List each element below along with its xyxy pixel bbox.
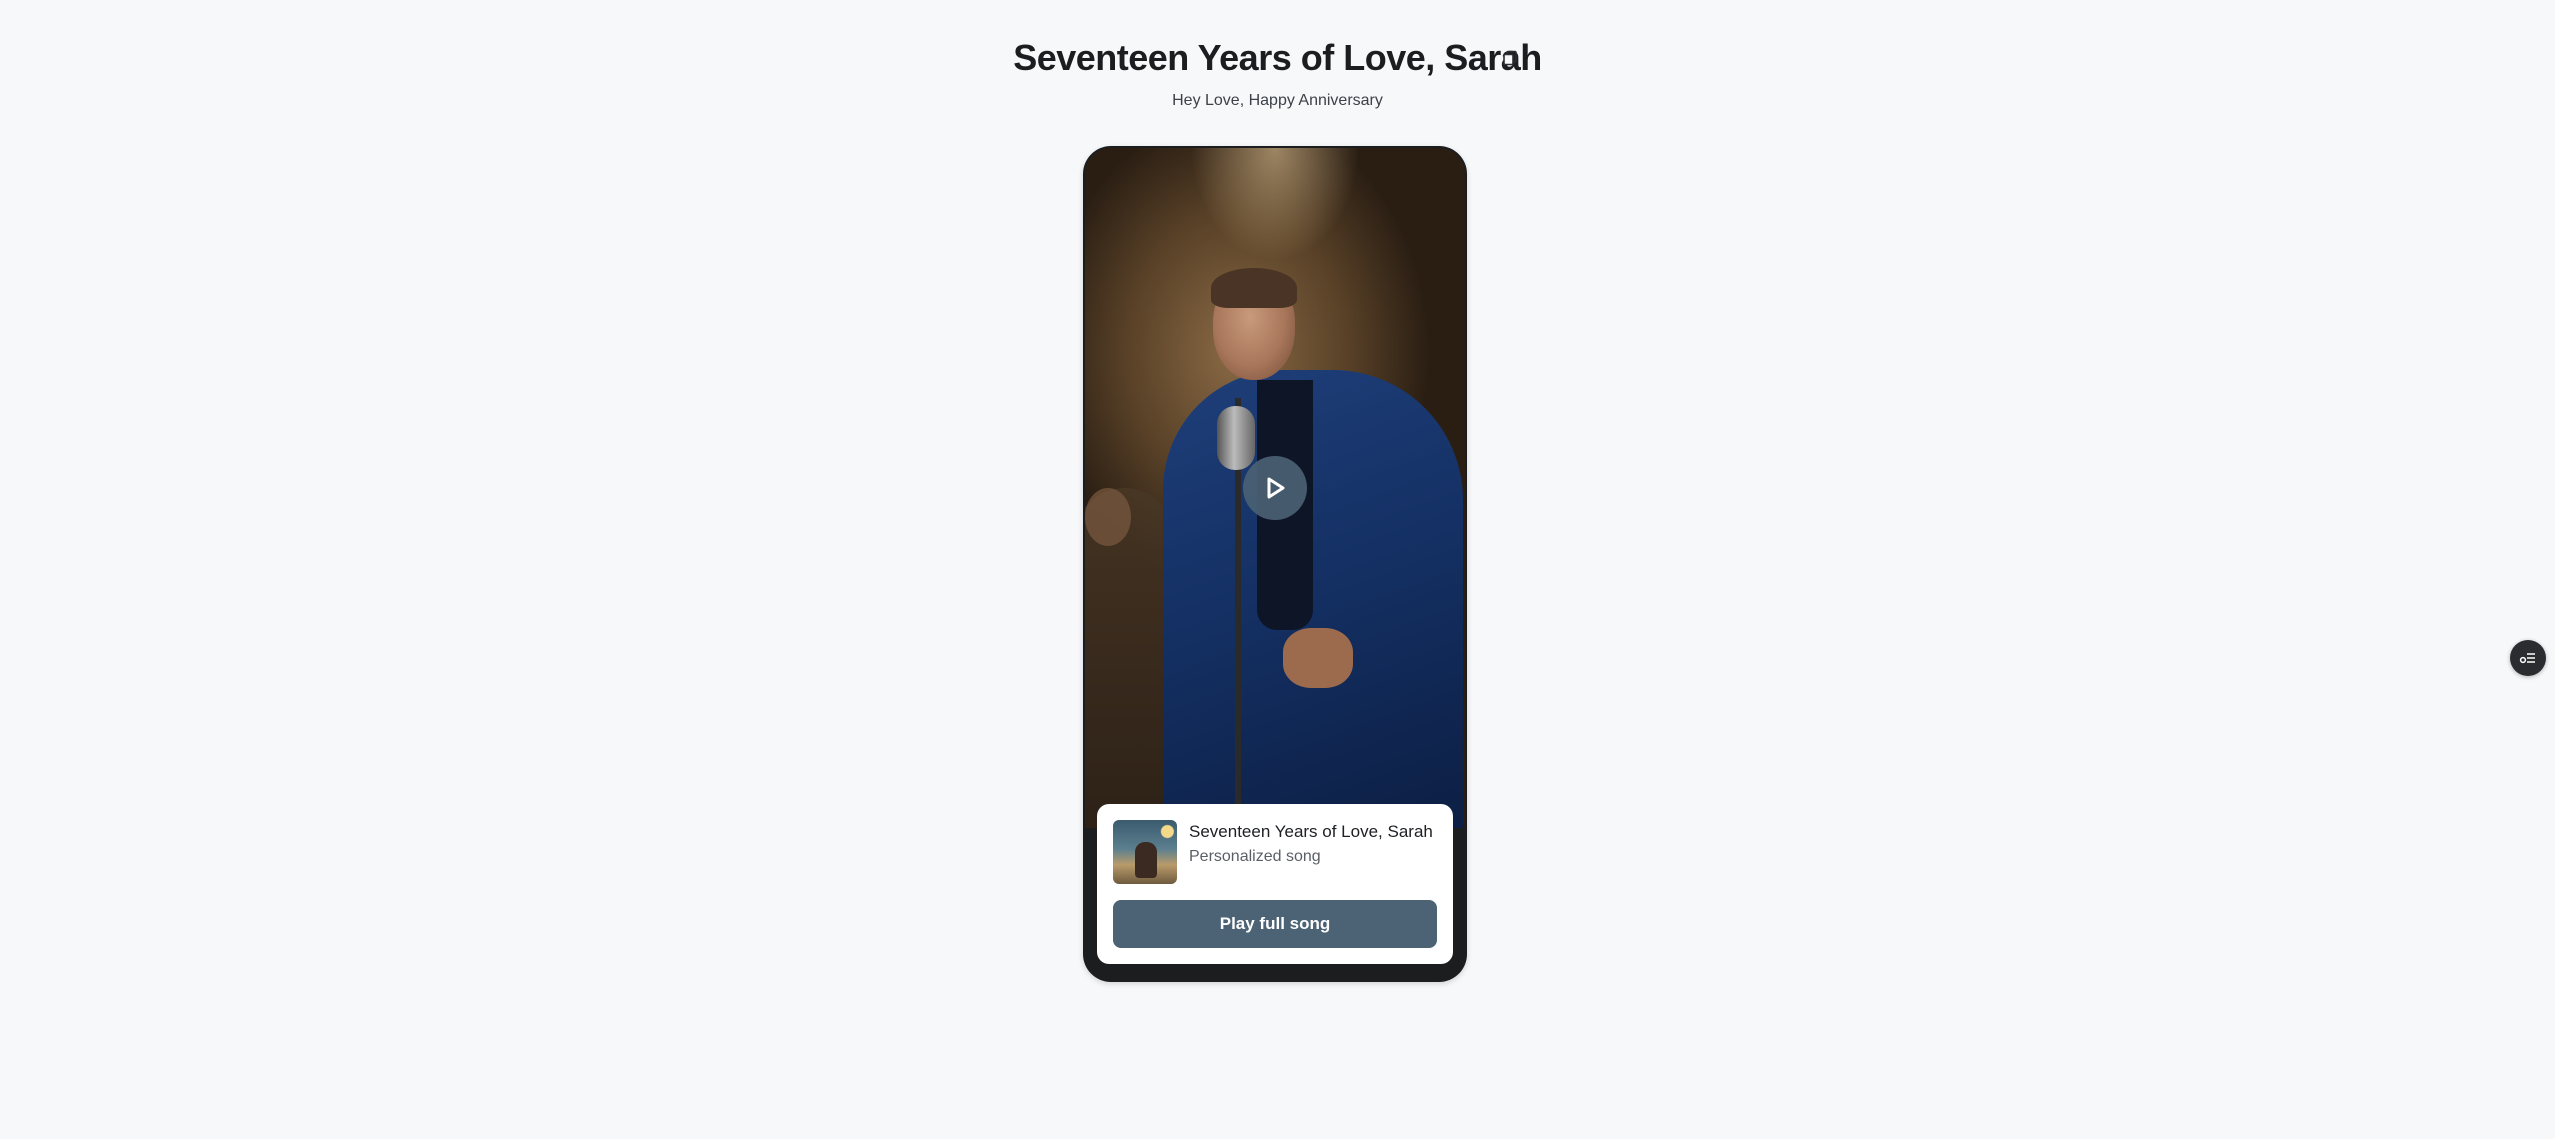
page-subtitle: Hey Love, Happy Anniversary [1172, 92, 1383, 109]
singer-jacket [1163, 370, 1463, 828]
singer-hair [1211, 268, 1297, 308]
phone-frame: Seventeen Years of Love, Sarah Personali… [1083, 146, 1467, 982]
settings-sliders-icon [2519, 653, 2535, 664]
background-audience-head [1085, 488, 1131, 546]
page: Seventeen Years of Love, Sarah Hey Love,… [0, 0, 2555, 1139]
song-card: Seventeen Years of Love, Sarah Personali… [1097, 804, 1453, 964]
copy-icon[interactable] [1500, 48, 1520, 68]
title-row: Seventeen Years of Love, Sarah [0, 36, 2555, 80]
play-full-song-button[interactable]: Play full song [1113, 900, 1437, 948]
song-subtitle: Personalized song [1189, 848, 1321, 865]
play-icon [1267, 477, 1285, 499]
thumbnail-figure [1135, 842, 1157, 878]
singer-hand [1283, 628, 1353, 688]
page-title: Seventeen Years of Love, Sarah [1013, 37, 1542, 78]
song-title: Seventeen Years of Love, Sarah [1189, 822, 1433, 841]
microphone [1217, 406, 1255, 470]
song-thumbnail [1113, 820, 1177, 884]
play-button[interactable] [1243, 456, 1307, 520]
video-player[interactable] [1085, 148, 1465, 828]
floating-widget-button[interactable] [2510, 640, 2546, 676]
